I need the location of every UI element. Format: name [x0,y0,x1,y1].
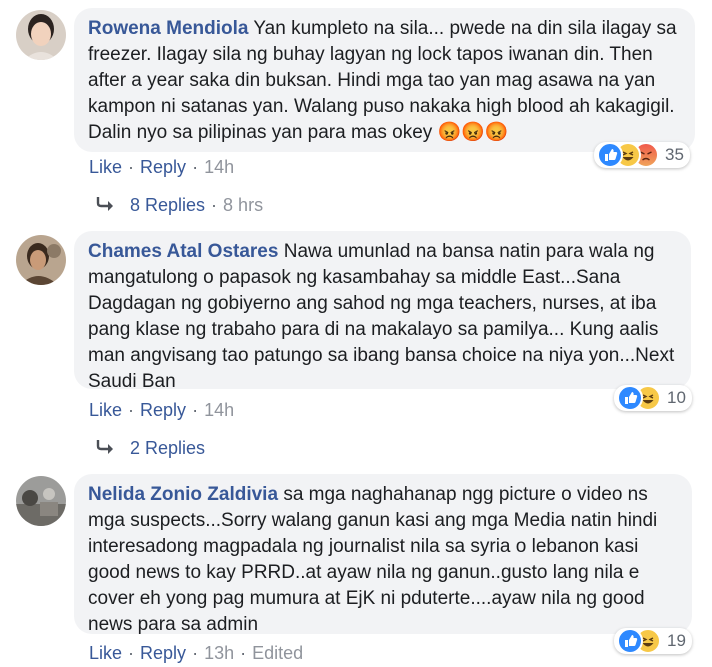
comment-actions: Like · Reply · 14h [89,400,234,421]
comment-actions: Like · Reply · 13h · Edited [89,643,303,664]
replies-count[interactable]: 8 Replies [130,195,205,216]
reply-button[interactable]: Reply [140,643,186,664]
like-button[interactable]: Like [89,643,122,664]
view-replies-link[interactable]: 8 Replies · 8 hrs [96,195,263,216]
like-icon [617,628,643,654]
separator-dot: · [192,157,199,177]
reaction-summary[interactable]: 35 [594,142,690,168]
comment-text: sa mga naghahanap ngg picture o video ns… [88,484,658,635]
separator-dot: · [128,400,135,420]
like-icon [617,385,643,411]
reply-button[interactable]: Reply [140,157,186,178]
avatar[interactable] [16,235,66,285]
edited-label[interactable]: Edited [252,643,303,664]
reply-arrow-icon [96,438,116,459]
comment-timestamp[interactable]: 14h [204,157,234,178]
comment-author[interactable]: Rowena Mendiola [88,18,248,39]
view-replies-link[interactable]: 2 Replies [96,438,205,459]
like-button[interactable]: Like [89,157,122,178]
reaction-summary[interactable]: 19 [614,628,692,654]
like-button[interactable]: Like [89,400,122,421]
avatar[interactable] [16,10,66,60]
separator-dot: · [211,195,218,215]
reply-arrow-icon [96,195,116,216]
separator-dot: · [240,643,247,663]
comment-bubble: Chames Atal Ostares Nawa umunlad na bans… [74,231,691,392]
separator-dot: · [128,643,135,663]
separator-dot: · [192,643,199,663]
comment-author[interactable]: Nelida Zonio Zaldivia [88,484,278,505]
replies-timestamp: 8 hrs [223,195,264,215]
replies-count[interactable]: 2 Replies [130,438,205,459]
like-icon [597,142,623,168]
separator-dot: · [192,400,199,420]
comment-timestamp[interactable]: 14h [204,400,234,421]
reaction-count: 19 [667,631,686,650]
reaction-count: 35 [665,145,684,164]
comment-bubble: Nelida Zonio Zaldivia sa mga naghahanap … [74,474,692,635]
comment-bubble: Rowena Mendiola Yan kumpleto na sila... … [74,8,695,152]
comment-author[interactable]: Chames Atal Ostares [88,241,278,262]
reply-button[interactable]: Reply [140,400,186,421]
separator-dot: · [128,157,135,177]
reaction-summary[interactable]: 10 [614,385,692,411]
angry-emoji-text: 😡😡😡 [437,122,509,143]
reaction-count: 10 [667,388,686,407]
comment-timestamp[interactable]: 13h [204,643,234,664]
comment-text: Nawa umunlad na bansa natin para wala ng… [88,241,675,392]
avatar[interactable] [16,476,66,526]
comment-actions: Like · Reply · 14h [89,157,234,178]
